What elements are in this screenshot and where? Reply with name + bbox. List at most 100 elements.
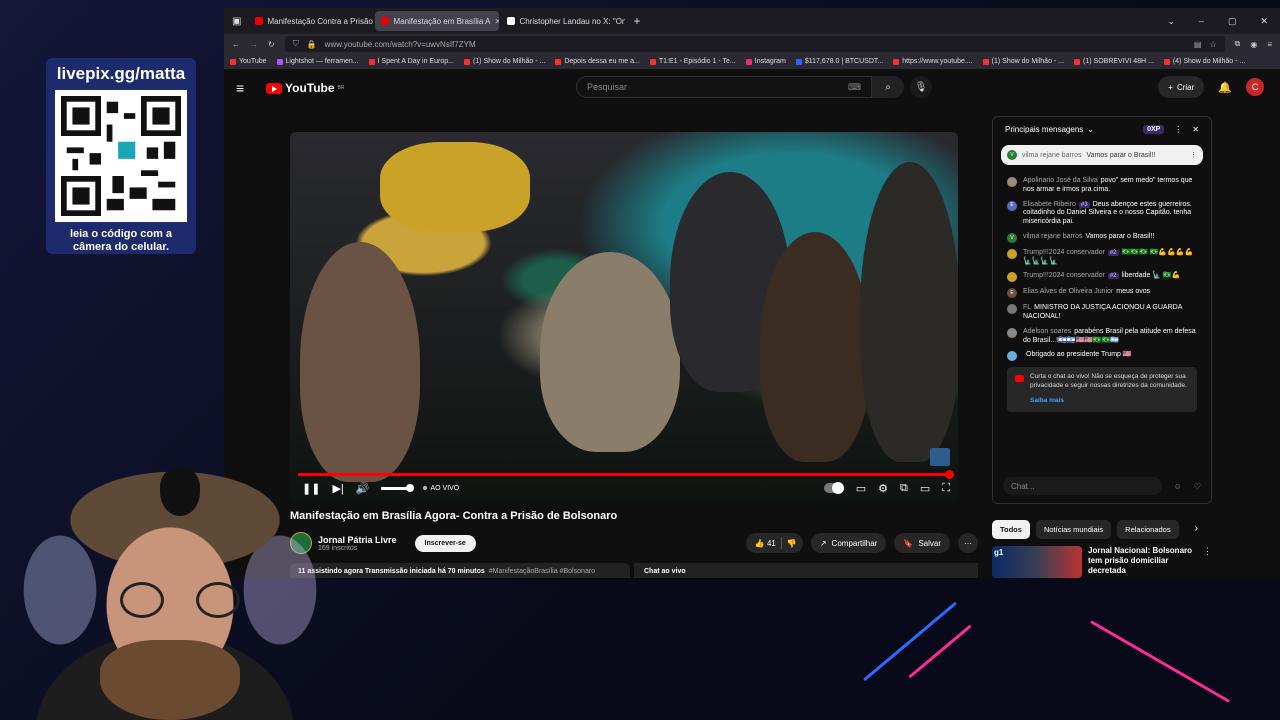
search-button[interactable]: ⌕ [872, 76, 904, 98]
close-icon[interactable]: ✕ [1192, 125, 1199, 134]
bookmark[interactable]: Instagram [745, 58, 786, 65]
bookmark-star-icon[interactable]: ☆ [1209, 40, 1216, 49]
keyboard-icon[interactable]: ⌨ [848, 82, 861, 93]
subtitles-icon[interactable]: ▭ [856, 482, 866, 495]
recommended-video[interactable]: g1 Jornal Nacional: Bolsonaro tem prisão… [992, 546, 1212, 578]
chat-message[interactable]: E Elias Alves de Oliveira Junior meus ovos [1007, 288, 1197, 299]
chat-author[interactable]: vilma rejane barros [1023, 233, 1083, 240]
video-thumbnail[interactable]: g1 [992, 546, 1082, 578]
notifications-bell-icon[interactable]: 🔔 [1218, 81, 1232, 94]
theater-mode-icon[interactable]: ▭ [920, 482, 930, 495]
chevron-right-icon[interactable]: › [1195, 520, 1198, 539]
chat-mode-selector[interactable]: Principais mensagens [1005, 125, 1083, 134]
create-button[interactable]: + Criar [1158, 76, 1205, 98]
account-avatar[interactable]: C [1246, 78, 1264, 96]
chat-author[interactable]: Trump!!!2024 conservador [1023, 272, 1105, 279]
autoplay-toggle[interactable] [823, 482, 844, 494]
more-vertical-icon[interactable]: ⋮ [1174, 125, 1182, 134]
miniplayer-icon[interactable]: ⧉ [900, 482, 908, 495]
settings-gear-icon[interactable]: ⚙ [878, 482, 888, 495]
chat-author[interactable]: FL [1023, 304, 1031, 311]
more-actions-button[interactable]: ⋯ [958, 533, 978, 553]
profile-icon[interactable]: ◉ [1250, 40, 1257, 49]
live-indicator[interactable]: AO VIVO [423, 485, 459, 492]
bookmark[interactable]: (4) Show do Milhão - ... [1163, 58, 1245, 65]
back-icon[interactable]: ← [232, 40, 240, 49]
voice-search-button[interactable]: 🎙 [910, 76, 932, 98]
close-window-icon[interactable]: ✕ [1260, 16, 1268, 27]
chip-all[interactable]: Todos [992, 520, 1030, 539]
bookmark[interactable]: Lightshot — ferramen... [276, 58, 359, 65]
bookmark[interactable]: $117,678.0 | BTCUSDT... [795, 58, 883, 65]
menu-icon[interactable]: ≡ [1267, 40, 1272, 49]
bookmark[interactable]: T1:E1 - Episódio 1 - Te... [649, 58, 736, 65]
fullscreen-icon[interactable]: ⛶ [942, 482, 950, 495]
more-vertical-icon[interactable]: ⋮ [1203, 546, 1212, 578]
chat-message[interactable]: Apolinario José da Silva povo" sem medo" … [1007, 177, 1197, 195]
description-box[interactable]: 11 assistindo agora Transmissão iniciada… [290, 563, 630, 578]
tab-dropdown-icon[interactable]: ⌄ [1167, 16, 1175, 27]
chat-avatar [1007, 351, 1017, 362]
tab-list-icon[interactable]: ▣ [224, 16, 249, 27]
browser-tab[interactable]: Manifestação Contra a Prisão d✕ [249, 8, 373, 34]
live-chat-bar[interactable]: Chat ao vivo [634, 563, 978, 578]
reader-view-icon[interactable]: ▤ [1194, 40, 1202, 49]
pinned-message[interactable]: V vilma rejane barros Vamos parar o Bras… [1001, 145, 1203, 165]
maximize-icon[interactable]: ▢ [1228, 16, 1237, 27]
minimize-icon[interactable]: – [1199, 16, 1204, 27]
dislike-button[interactable]: 👎 [787, 539, 797, 548]
browser-tab-active[interactable]: Manifestação em Brasília A ✕ [375, 11, 500, 31]
chat-author[interactable]: Adelson soares [1023, 328, 1071, 335]
chat-message[interactable]: FL MINISTRO DA JUSTIÇA ACIONOU A GUARDA N… [1007, 304, 1197, 322]
save-button[interactable]: 🔖 Salvar [894, 533, 950, 553]
chat-message[interactable]: Vvilma rejane barros Vamos parar o Brasil… [1007, 232, 1197, 243]
chat-author[interactable]: Elias Alves de Oliveira Junior [1023, 288, 1113, 295]
url-field[interactable]: ⛉ 🔒 www.youtube.com/watch?v=uwvNsIf7ZYM … [284, 36, 1225, 52]
video-player[interactable]: ❚❚ ▶| 🔊 AO VIVO ▭ ⚙ ⧉ ▭ ⛶ [290, 132, 958, 502]
youtube-logo[interactable]: YouTube BR [266, 81, 345, 95]
chat-message[interactable]: E Elisabete Ribeiro #3 Deus abençoe estes g… [1007, 200, 1197, 227]
next-icon[interactable]: ▶| [332, 482, 343, 495]
recommended-video-title[interactable]: Jornal Nacional: Bolsonaro tem prisão do… [1088, 546, 1197, 578]
chip-world-news[interactable]: Notícias mundiais [1035, 520, 1112, 539]
more-vertical-icon[interactable]: ⋮ [1190, 151, 1197, 159]
volume-slider[interactable] [381, 483, 415, 492]
chat-input[interactable]: Chat... [1003, 477, 1162, 495]
bookmark[interactable]: https://www.youtube.... [893, 58, 973, 65]
new-tab-icon[interactable]: + [625, 14, 648, 28]
emoji-icon[interactable]: ☺ [1174, 482, 1182, 491]
chat-author[interactable]: Apolinario José da Silva [1023, 177, 1098, 184]
bookmark-favicon-icon [982, 58, 989, 65]
hashtags[interactable]: #ManifestaçãoBrasília #Bolsonaro [489, 568, 595, 575]
learn-more-link[interactable]: Saiba mais [1030, 397, 1187, 406]
bookmark[interactable]: (1) Show do Milhão - ... [463, 58, 545, 65]
chevron-down-icon[interactable]: ⌄ [1087, 125, 1094, 134]
extensions-icon[interactable]: ⧉ [1235, 39, 1241, 49]
like-button[interactable]: 👍 41 [755, 539, 776, 548]
subscribe-button[interactable]: Inscrever-se [414, 534, 476, 552]
heart-icon[interactable]: ♡ [1194, 482, 1201, 491]
reload-icon[interactable]: ↻ [268, 40, 275, 49]
bookmark[interactable]: YouTube [230, 58, 267, 65]
share-button[interactable]: ↗ Compartilhar [810, 533, 887, 553]
chat-message[interactable]: Trump!!!2024 conservador #2 🇧🇷🇧🇷🇧🇷 🇧🇷💪💪💪💪🗽… [1007, 248, 1197, 267]
bookmark[interactable]: Depois dessa eu me a... [555, 58, 640, 65]
search-input[interactable]: Pesquisar ⌨ [576, 76, 872, 98]
progress-bar[interactable] [298, 473, 950, 476]
bookmark-icon: 🔖 [903, 538, 914, 548]
chip-related[interactable]: Relacionados [1117, 520, 1179, 539]
chat-message[interactable]: Adelson soares parabéns Brasil pela atitu… [1007, 327, 1197, 346]
close-tab-icon[interactable]: ✕ [494, 17, 499, 26]
volume-icon[interactable]: 🔊 [356, 482, 370, 495]
bookmark[interactable]: (1) SOBREVIVI 48H ... [1074, 58, 1154, 65]
bookmark[interactable]: (1) Show do Milhão - ... [982, 58, 1064, 65]
chat-message[interactable]: Obrigado ao presidente Trump 🇺🇸 [1007, 351, 1197, 362]
bookmark[interactable]: I Spent A Day in Europ... [368, 58, 454, 65]
hamburger-menu-icon[interactable]: ≡ [236, 80, 256, 96]
forward-icon[interactable]: → [250, 40, 258, 49]
chat-message[interactable]: Trump!!!2024 conservador #2 liberdade 🗽 🇧🇷… [1007, 272, 1197, 283]
chat-author[interactable]: Trump!!!2024 conservador [1023, 249, 1105, 256]
chat-author[interactable]: Elisabete Ribeiro [1023, 201, 1076, 208]
browser-tab[interactable]: Christopher Landau no X: "One✕ [501, 8, 625, 34]
xp-badge[interactable]: 0XP [1143, 124, 1165, 134]
